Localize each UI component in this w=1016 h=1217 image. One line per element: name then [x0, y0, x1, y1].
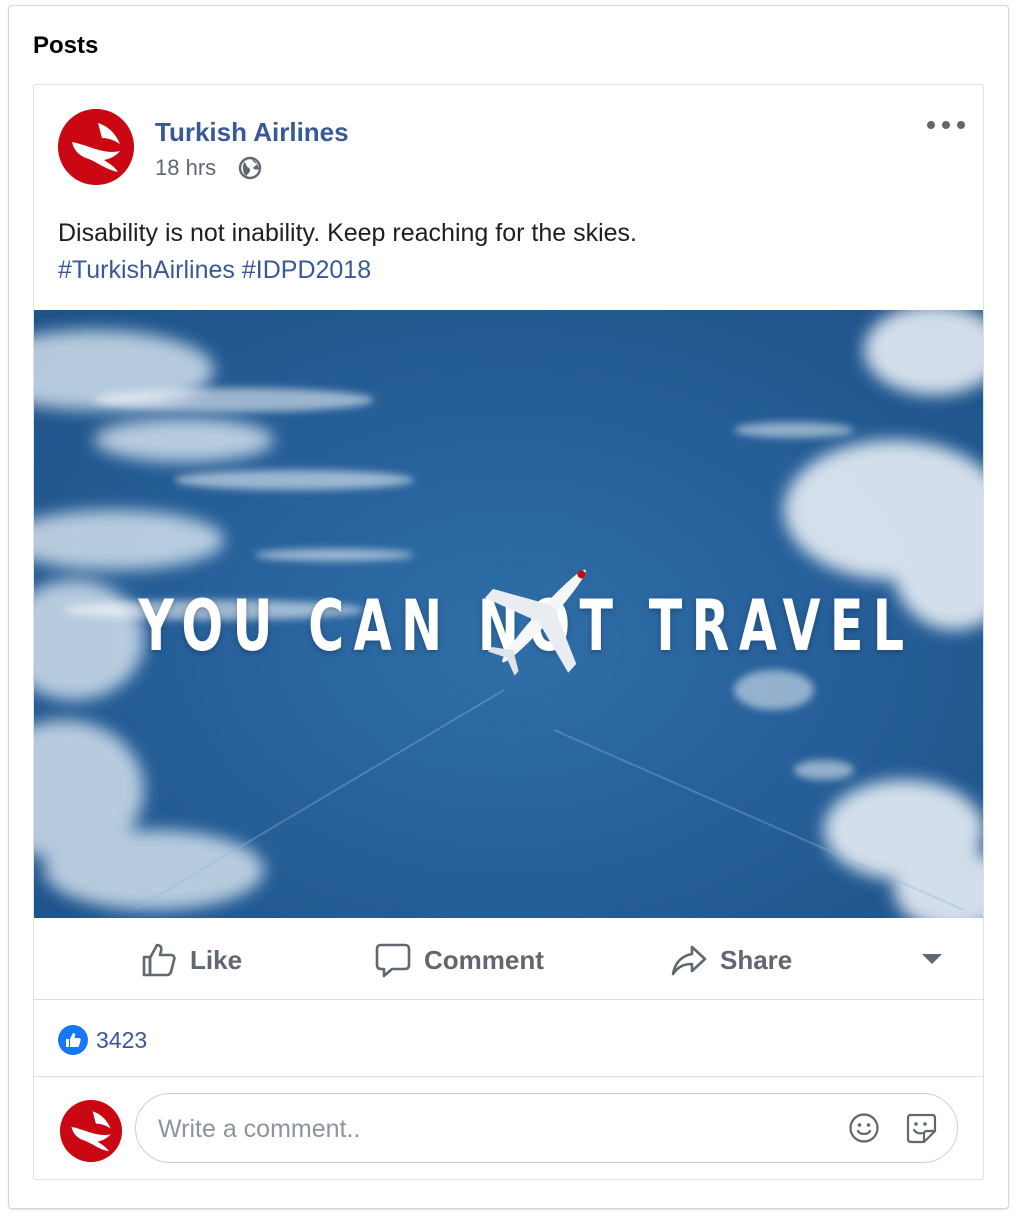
- comment-composer[interactable]: [135, 1093, 958, 1163]
- like-label: Like: [190, 944, 243, 975]
- hashtag-link[interactable]: #TurkishAirlines: [58, 256, 235, 284]
- turkish-airlines-logo: [60, 1100, 122, 1162]
- hashtag-list: #TurkishAirlines #IDPD2018: [58, 252, 959, 289]
- reaction-count[interactable]: 3423: [96, 1027, 147, 1054]
- airplane-icon: [484, 569, 586, 676]
- commenter-avatar: [60, 1100, 122, 1162]
- post-message: Disability is not inability. Keep reachi…: [58, 219, 637, 247]
- emoji-icon[interactable]: [848, 1112, 880, 1149]
- share-arrow-icon: [671, 945, 707, 976]
- comment-bubble-icon: [375, 943, 411, 978]
- share-label: Share: [720, 944, 793, 975]
- share-button[interactable]: Share: [670, 940, 792, 980]
- page-name-link[interactable]: Turkish Airlines: [155, 117, 349, 148]
- like-button[interactable]: Like: [140, 940, 242, 980]
- globe-icon[interactable]: [238, 156, 262, 180]
- comment-button[interactable]: Comment: [374, 940, 544, 980]
- posts-panel: Posts Turkish Airlines 18 hrs Disability…: [8, 5, 1009, 1209]
- turkish-airlines-logo: [58, 109, 134, 185]
- section-title: Posts: [33, 32, 99, 59]
- post-meta: 18 hrs: [155, 155, 262, 181]
- post-timestamp[interactable]: 18 hrs: [155, 155, 216, 181]
- post-image[interactable]: YOU CAN NOT TRAVEL: [34, 310, 983, 918]
- chevron-down-icon[interactable]: [922, 954, 942, 964]
- post-card: Turkish Airlines 18 hrs Disability is no…: [33, 84, 984, 1180]
- post-text: Disability is not inability. Keep reachi…: [58, 215, 959, 289]
- more-options-icon[interactable]: [927, 115, 965, 135]
- sticker-icon[interactable]: [904, 1111, 938, 1150]
- comment-label: Comment: [424, 944, 544, 975]
- post-actions: Like Comment Share: [34, 918, 983, 1000]
- hashtag-link[interactable]: #IDPD2018: [242, 256, 371, 284]
- reactions-bar: 3423: [34, 1001, 983, 1077]
- page-avatar[interactable]: [58, 109, 134, 185]
- thumbs-up-icon: [142, 943, 176, 977]
- like-reaction-icon[interactable]: [58, 1025, 88, 1055]
- comment-input[interactable]: [158, 1112, 798, 1146]
